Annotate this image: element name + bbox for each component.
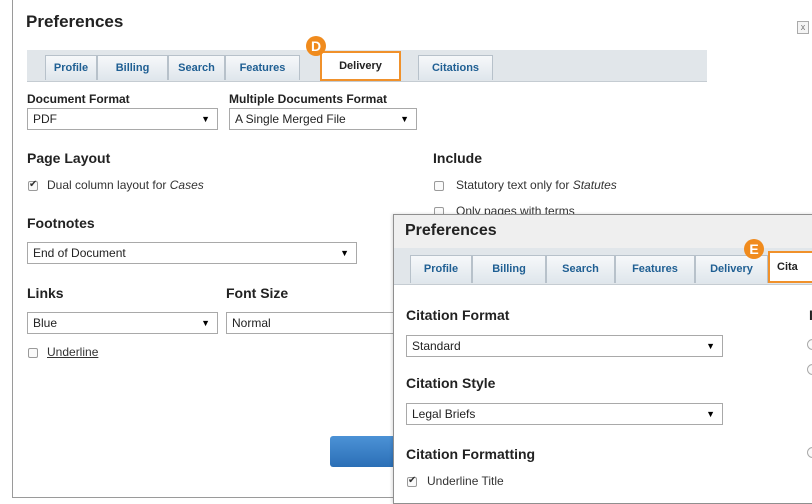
dropdown-arrow-icon: ▼: [340, 248, 349, 258]
tab-profile[interactable]: Profile: [45, 55, 97, 80]
include-heading: Include: [433, 150, 483, 166]
citation-format-select[interactable]: Standard ▼: [406, 335, 723, 357]
links-select[interactable]: Blue ▼: [27, 312, 218, 334]
side-radio-1[interactable]: [807, 339, 812, 350]
links-value: Blue: [33, 316, 58, 330]
links-heading: Links: [27, 285, 64, 301]
document-format-select[interactable]: PDF ▼: [27, 108, 218, 130]
underline-title-label: Underline Title: [427, 474, 504, 488]
multiple-documents-format-label: Multiple Documents Format: [229, 92, 388, 106]
citation-formatting-heading: Citation Formatting: [406, 446, 536, 462]
close-icon[interactable]: x: [797, 21, 809, 34]
statutory-text-label: Statutory text only for Statutes: [456, 178, 617, 192]
dropdown-arrow-icon: ▼: [201, 318, 210, 328]
side-radio-2[interactable]: [807, 364, 812, 375]
page-layout-heading: Page Layout: [27, 150, 111, 166]
multiple-documents-format-select[interactable]: A Single Merged File ▼: [229, 108, 417, 130]
tab-features[interactable]: Features: [615, 255, 695, 283]
citation-format-heading: Citation Format: [406, 307, 510, 323]
dialog-title: Preferences: [26, 12, 124, 31]
tab-delivery[interactable]: Delivery: [695, 255, 768, 283]
tab-search[interactable]: Search: [546, 255, 615, 283]
underline-title-checkbox[interactable]: [407, 475, 417, 487]
footnotes-heading: Footnotes: [27, 215, 95, 231]
tab-search[interactable]: Search: [168, 55, 225, 80]
footnotes-value: End of Document: [33, 246, 126, 260]
tab-citations[interactable]: Cita: [768, 251, 812, 283]
underline-link[interactable]: Underline: [47, 345, 98, 359]
preferences-dialog-citations: Preferences Profile Billing Search Featu…: [393, 214, 812, 504]
tab-features[interactable]: Features: [225, 55, 300, 80]
tab-strip: Profile Billing Search Features Delivery…: [27, 50, 707, 82]
font-size-value: Normal: [232, 316, 271, 330]
step-marker-d: D: [306, 36, 326, 56]
dropdown-arrow-icon: ▼: [706, 341, 715, 351]
underline-checkbox[interactable]: [28, 348, 38, 358]
tab-billing[interactable]: Billing: [472, 255, 546, 283]
multiple-documents-format-value: A Single Merged File: [235, 112, 346, 126]
font-size-select[interactable]: Normal: [226, 312, 406, 334]
dialog-title: Preferences: [405, 222, 497, 239]
citation-style-heading: Citation Style: [406, 375, 496, 391]
tab-delivery[interactable]: Delivery: [320, 51, 401, 81]
dropdown-arrow-icon: ▼: [706, 409, 715, 419]
citation-format-value: Standard: [412, 339, 461, 353]
statutory-text-checkbox[interactable]: [434, 181, 444, 191]
footnotes-select[interactable]: End of Document ▼: [27, 242, 357, 264]
font-size-heading: Font Size: [226, 285, 289, 301]
dual-column-label: Dual column layout for Cases: [47, 178, 204, 192]
citation-style-value: Legal Briefs: [412, 407, 476, 421]
side-radio-3[interactable]: [807, 447, 812, 458]
citation-style-select[interactable]: Legal Briefs ▼: [406, 403, 723, 425]
document-format-value: PDF: [33, 112, 57, 126]
tab-billing[interactable]: Billing: [97, 55, 168, 80]
dropdown-arrow-icon: ▼: [400, 114, 409, 124]
dropdown-arrow-icon: ▼: [201, 114, 210, 124]
step-marker-e: E: [744, 239, 764, 259]
tab-citations[interactable]: Citations: [418, 55, 493, 80]
dual-column-checkbox[interactable]: [28, 179, 38, 191]
tab-profile[interactable]: Profile: [410, 255, 472, 283]
document-format-label: Document Format: [27, 92, 130, 106]
